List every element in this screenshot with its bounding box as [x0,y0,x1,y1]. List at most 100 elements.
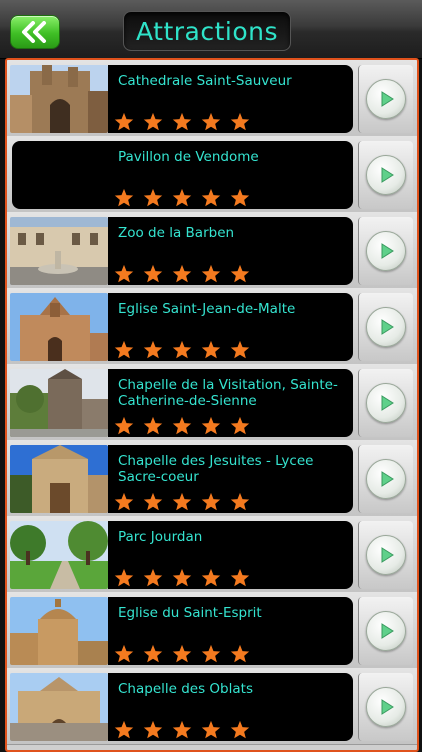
list-item[interactable]: Zoo de la Barben [7,212,417,289]
star-icon [229,111,251,132]
star-icon [229,415,251,436]
attraction-thumbnail [10,65,108,133]
list-item[interactable]: Pavillon de Vendome [7,136,417,213]
star-icon [200,491,222,512]
list-item[interactable]: Eglise Saint-Jean-de-Malte [7,288,417,365]
attraction-name: Eglise Saint-Jean-de-Malte [118,301,296,317]
attractions-list[interactable]: Cathedrale Saint-Sauveur Pavillon de Vend… [5,58,419,752]
open-details-button[interactable] [366,535,406,575]
open-details-button[interactable] [366,687,406,727]
rating-stars [113,263,251,284]
attraction-name: Chapelle des Jesuites - Lycee Sacre-coeu… [118,453,314,485]
star-icon [113,339,135,360]
details-cell [358,521,413,589]
star-icon [200,719,222,740]
open-details-button[interactable] [366,155,406,195]
back-button[interactable] [10,15,60,49]
rating-stars [113,643,251,664]
list-item[interactable]: Eglise du Saint-Esprit [7,592,417,669]
attraction-thumbnail [10,445,108,513]
star-icon [229,491,251,512]
list-item[interactable]: Chapelle de la Visitation, Sainte-Cather… [7,364,417,441]
attraction-thumbnail [10,217,108,285]
open-details-button[interactable] [366,307,406,347]
play-arrow-icon [381,319,394,335]
star-icon [171,263,193,284]
open-details-button[interactable] [366,231,406,271]
star-icon [113,719,135,740]
attraction-info-panel: Eglise du Saint-Esprit [108,597,353,665]
list-item[interactable]: Parc Jourdan [7,516,417,593]
star-icon [113,111,135,132]
star-icon [113,187,135,208]
star-icon [200,187,222,208]
page-title: Attractions [123,11,291,51]
star-icon [142,643,164,664]
star-icon [200,415,222,436]
star-icon [229,263,251,284]
details-cell [358,65,413,133]
attraction-name: Pavillon de Vendome [118,149,259,165]
details-cell [358,217,413,285]
attraction-thumbnail [10,293,108,361]
star-icon [171,187,193,208]
star-icon [142,187,164,208]
star-icon [113,643,135,664]
star-icon [171,567,193,588]
play-arrow-icon [381,471,394,487]
star-icon [171,415,193,436]
details-cell [358,445,413,513]
attraction-info-panel: Pavillon de Vendome [12,141,353,209]
rating-stars [113,491,251,512]
star-icon [200,339,222,360]
attraction-thumbnail [10,521,108,589]
open-details-button[interactable] [366,611,406,651]
star-icon [200,567,222,588]
details-cell [358,673,413,741]
attraction-thumbnail [10,369,108,437]
attraction-name: Zoo de la Barben [118,225,235,241]
details-cell [358,597,413,665]
attraction-thumbnail [10,673,108,741]
rating-stars [113,339,251,360]
star-icon [171,339,193,360]
star-icon [171,491,193,512]
star-icon [229,187,251,208]
star-icon [229,567,251,588]
star-icon [200,111,222,132]
star-icon [113,491,135,512]
attraction-info-panel: Eglise Saint-Jean-de-Malte [108,293,353,361]
double-chevron-left-icon [22,21,46,43]
star-icon [229,339,251,360]
star-icon [229,643,251,664]
list-item[interactable]: Chapelle des Jesuites - Lycee Sacre-coeu… [7,440,417,517]
star-icon [142,491,164,512]
play-arrow-icon [381,243,394,259]
attraction-name: Parc Jourdan [118,529,203,545]
list-item[interactable]: Cathedrale Saint-Sauveur [7,60,417,137]
open-details-button[interactable] [366,459,406,499]
attraction-info-panel: Chapelle de la Visitation, Sainte-Cather… [108,369,353,437]
star-icon [142,567,164,588]
star-icon [113,567,135,588]
details-cell [358,141,413,209]
open-details-button[interactable] [366,79,406,119]
top-bar: Attractions [0,0,422,59]
details-cell [358,369,413,437]
attraction-thumbnail [10,597,108,665]
attraction-info-panel: Chapelle des Oblats [108,673,353,741]
details-cell [358,293,413,361]
rating-stars [113,567,251,588]
attraction-info-panel: Chapelle des Jesuites - Lycee Sacre-coeu… [108,445,353,513]
open-details-button[interactable] [366,383,406,423]
attraction-info-panel: Zoo de la Barben [108,217,353,285]
play-arrow-icon [381,395,394,411]
attraction-name: Eglise du Saint-Esprit [118,605,262,621]
rating-stars [113,415,251,436]
list-item[interactable]: Chapelle des Oblats [7,668,417,745]
play-arrow-icon [381,699,394,715]
star-icon [142,415,164,436]
play-arrow-icon [381,547,394,563]
star-icon [200,643,222,664]
play-arrow-icon [381,167,394,183]
